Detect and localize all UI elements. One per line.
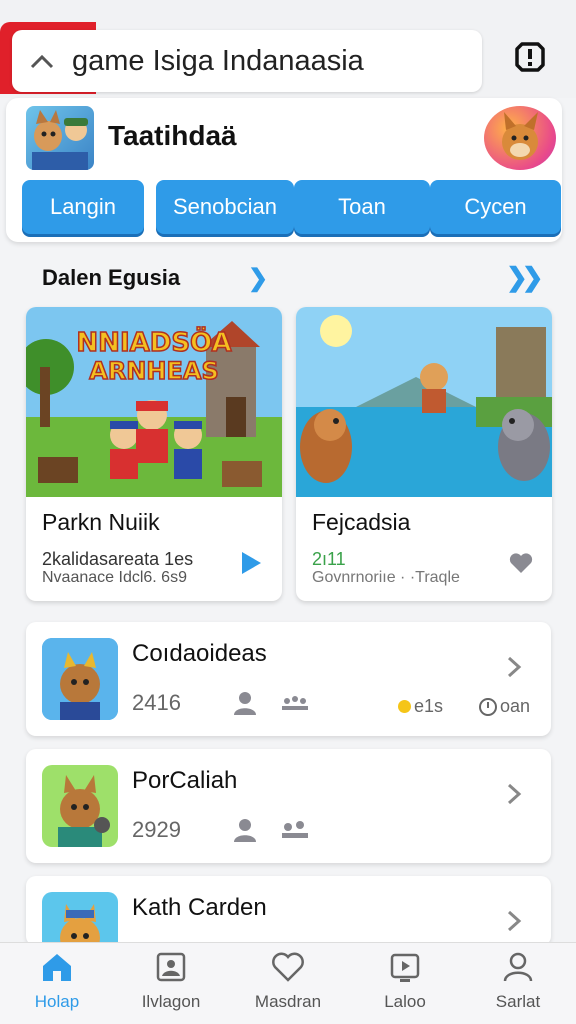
- heart-icon[interactable]: [508, 551, 534, 575]
- game-avatar[interactable]: [26, 106, 94, 170]
- notification-button[interactable]: [500, 30, 560, 84]
- game-thumbnail: [42, 892, 118, 946]
- nav-label: Ilvlagon: [141, 992, 201, 1011]
- featured-card-1[interactable]: NNIADSÖA ARNHEAS Parkn Nuiik 2kalidasare…: [26, 307, 282, 601]
- featured-title: Parkn Nuiik: [42, 509, 160, 535]
- nav-favorites[interactable]: Masdran: [233, 951, 343, 1012]
- nav-videos[interactable]: Laloo: [350, 951, 460, 1012]
- nav-label: Holap: [34, 992, 80, 1011]
- coin-icon: [398, 700, 411, 713]
- home-icon: [43, 954, 71, 981]
- clock-icon: [479, 698, 497, 716]
- featured-art-1: NNIADSÖA ARNHEAS: [26, 307, 282, 497]
- tab-toan[interactable]: Toan: [294, 180, 430, 234]
- section-title: Dalen Egusia: [42, 265, 181, 290]
- game-thumbnail: [42, 638, 118, 720]
- featured-art-2: [296, 307, 552, 497]
- tab-bar: Langin Senobcian Toan Cycen: [22, 180, 561, 234]
- nav-label: Sarlat: [495, 992, 541, 1011]
- nav-label: Masdran: [254, 992, 322, 1011]
- profile-card: Taatihdaä Langin Senobcian Toan Cycen: [6, 98, 562, 242]
- group-icon: [282, 821, 308, 838]
- game-title: Coıdaoideas: [132, 640, 267, 667]
- list-item[interactable]: PorCaliah 2929: [26, 749, 551, 863]
- coin-count: e1s: [414, 696, 444, 716]
- profile-name: Taatihdaä: [108, 120, 237, 151]
- featured-meta: Nvaanace Idcl6. 6s9: [42, 569, 187, 586]
- video-icon: [390, 953, 420, 982]
- bottom-navigation: Holap Ilvlagon Masdran Laloo Sarlat: [0, 942, 576, 1024]
- featured-meta: Govnrnoriıe · ·Traqle: [312, 569, 460, 586]
- list-item[interactable]: Coıdaoideas 2416 e1s oan: [26, 622, 551, 736]
- search-input[interactable]: [72, 44, 462, 78]
- nav-gallery[interactable]: Ilvlagon: [116, 951, 226, 1012]
- featured-card-2[interactable]: Fejcadsia 2ı11 Govnrnoriıe · ·Traqle: [296, 307, 552, 601]
- game-count: 2929: [132, 817, 181, 842]
- double-chevron-right-icon[interactable]: ❯❯: [506, 262, 543, 293]
- top-bar: [0, 0, 576, 98]
- game-title: Kath Carden: [132, 894, 267, 921]
- nav-profile[interactable]: Sarlat: [463, 951, 573, 1012]
- group-icon: [282, 696, 308, 710]
- tab-senobcian[interactable]: Senobcian: [156, 180, 294, 234]
- chevron-right-icon[interactable]: [504, 779, 524, 809]
- tab-langin[interactable]: Langin: [22, 180, 144, 234]
- game-count: 2416: [132, 690, 181, 715]
- featured-subtitle: 2kalidasareata 1es: [42, 549, 194, 569]
- art-title-line-2: ARNHEAS: [89, 357, 218, 385]
- search-bar[interactable]: [12, 30, 482, 92]
- nav-label: Laloo: [384, 992, 426, 1011]
- play-icon[interactable]: [238, 549, 264, 577]
- list-item[interactable]: Kath Carden: [26, 876, 551, 946]
- chevron-right-icon[interactable]: ❯: [248, 264, 268, 293]
- chevron-right-icon[interactable]: [504, 652, 524, 682]
- user-avatar[interactable]: [484, 106, 556, 170]
- user-icon: [234, 692, 256, 715]
- featured-title: Fejcadsia: [312, 509, 411, 535]
- tab-cycen[interactable]: Cycen: [430, 180, 561, 234]
- chevron-up-icon[interactable]: [12, 51, 72, 71]
- alert-icon: [515, 42, 545, 72]
- nav-home[interactable]: Holap: [2, 951, 112, 1012]
- art-title-line-1: NNIADSÖA: [76, 325, 231, 358]
- clock-label: oan: [500, 696, 531, 716]
- gallery-icon: [156, 952, 186, 982]
- game-title: PorCaliah: [132, 767, 238, 794]
- game-thumbnail: [42, 765, 118, 847]
- featured-subtitle: 2ı11: [312, 549, 346, 569]
- user-icon: [503, 952, 533, 982]
- chevron-right-icon[interactable]: [504, 906, 524, 936]
- user-icon: [234, 819, 256, 842]
- heart-icon: [272, 952, 304, 982]
